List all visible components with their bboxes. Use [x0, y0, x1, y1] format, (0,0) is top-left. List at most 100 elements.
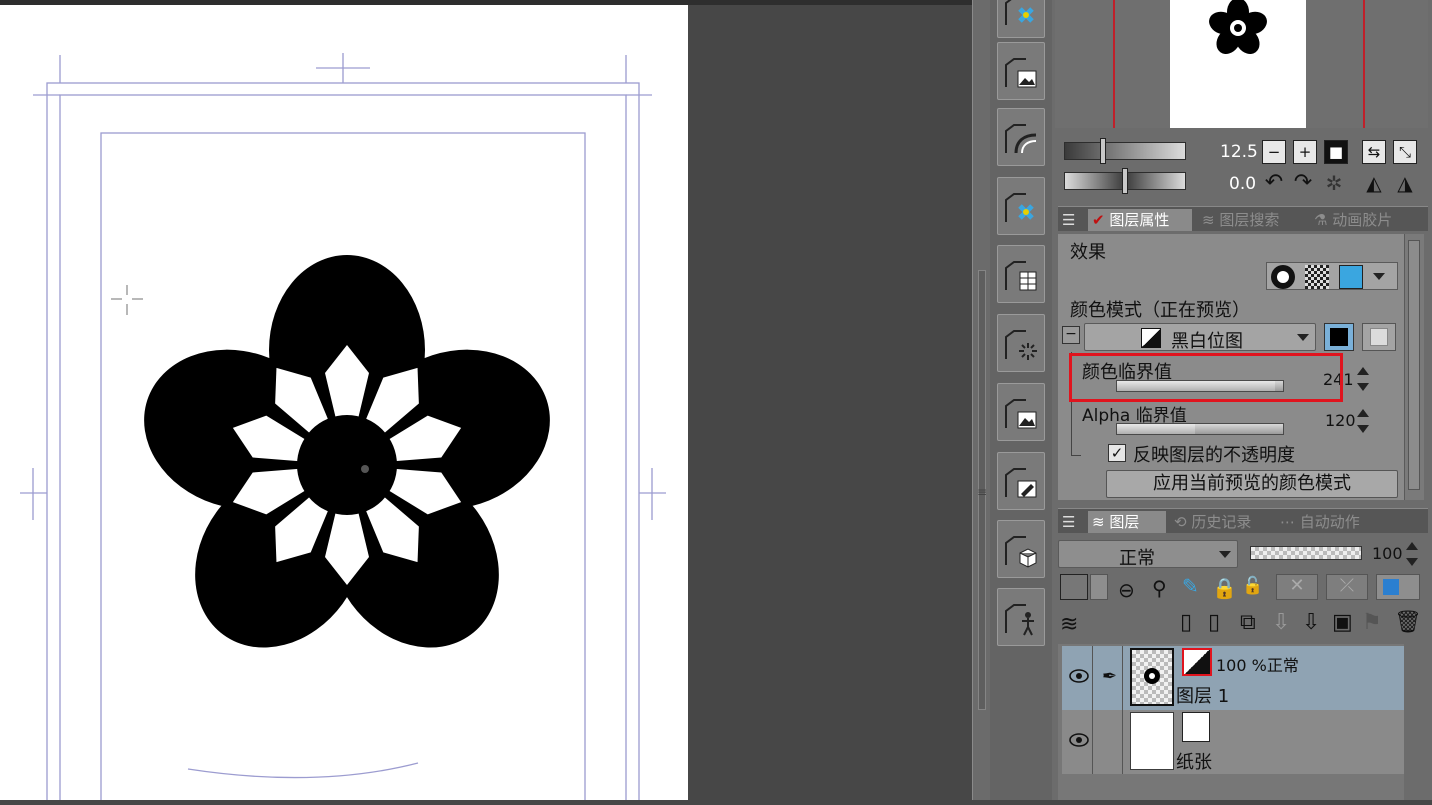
folder-figure-button[interactable] [997, 588, 1045, 646]
zoom-in-icon[interactable]: + [1293, 140, 1317, 164]
panel-menu-icon[interactable]: ☰ [1058, 209, 1084, 231]
zoom-out-icon[interactable]: − [1262, 140, 1286, 164]
folder-cube-button[interactable] [997, 520, 1045, 578]
black-color-toggle[interactable] [1324, 323, 1354, 351]
paper-divider-2 [1122, 710, 1123, 774]
property-scrollbar-thumb[interactable] [1408, 240, 1420, 490]
folder-pen-icon [1005, 468, 1037, 498]
folder-pen-button[interactable] [997, 452, 1045, 510]
white-color-toggle[interactable] [1362, 323, 1396, 351]
fit-screen-icon[interactable]: ■ [1324, 140, 1348, 164]
navigator-frame-left [1113, 0, 1115, 128]
paper-layer-name: 纸张 [1176, 752, 1212, 773]
folder-burst-button[interactable] [997, 314, 1045, 372]
layer-list-scrollbar[interactable] [1404, 644, 1428, 800]
tab-animation-cels[interactable]: ⚗ 动画胶片 [1310, 209, 1414, 231]
layer-color-button[interactable] [1060, 574, 1088, 600]
trash-icon[interactable]: 🗑 [1394, 610, 1422, 635]
flip-left-icon[interactable]: ◭ [1362, 172, 1386, 196]
layer-display-button[interactable] [1376, 574, 1420, 600]
flower-thumb-icon [1144, 668, 1160, 684]
panel-splitter[interactable]: ≡ [972, 0, 990, 800]
new-vector-layer-icon[interactable]: ▯ [1208, 610, 1220, 635]
layer-color-chevron-down-icon[interactable] [1090, 574, 1108, 600]
folder-curve-button[interactable] [997, 108, 1045, 166]
folder-curve-icon [1005, 124, 1037, 154]
eye-icon[interactable] [1068, 668, 1090, 683]
reflect-opacity-label: 反映图层的不透明度 [1133, 445, 1295, 466]
layer-row-1[interactable]: ✒ 100 %正常 图层 1 [1062, 646, 1404, 710]
alpha-threshold-slider[interactable] [1116, 423, 1284, 435]
folder-grid-icon [1005, 261, 1037, 291]
material-panel-button[interactable] [997, 0, 1045, 38]
folder-picture-button[interactable] [997, 383, 1045, 441]
flip-horizontal-icon[interactable]: ⇆ [1362, 140, 1386, 164]
layer-tab-bar: ☰ ≋ 图层 ⟲ 历史记录 ⋯ 自动动作 [1058, 508, 1428, 533]
flip-right-icon[interactable]: ◮ [1393, 172, 1417, 196]
tab-animation-cels-label: 动画胶片 [1332, 211, 1393, 229]
tab-layer-property-label: 图层属性 [1109, 211, 1170, 229]
folder-sparkle-icon [1005, 193, 1034, 222]
tab-history[interactable]: ⟲ 历史记录 [1170, 511, 1270, 533]
apply-mask-icon[interactable]: ⚑ [1362, 610, 1382, 635]
tab-layer-search[interactable]: ≋ 图层搜索 [1198, 209, 1304, 231]
new-folder-icon[interactable]: ⧉ [1240, 610, 1256, 635]
zoom-slider-handle[interactable] [1100, 138, 1106, 164]
new-raster-layer-icon[interactable]: ▯ [1180, 610, 1192, 635]
draft-layer-icon[interactable]: ✎ [1182, 574, 1199, 598]
tab-layer-property[interactable]: ✔ 图层属性 [1088, 209, 1192, 231]
opacity-spinner[interactable] [1405, 541, 1419, 567]
reset-rotation-icon[interactable]: ✲ [1322, 172, 1346, 196]
effect-label: 效果 [1070, 242, 1106, 263]
color-mode-dropdown[interactable]: 黑白位图 [1084, 323, 1316, 352]
opacity-slider[interactable] [1250, 546, 1362, 560]
paper-divider [1092, 710, 1093, 774]
layer-divider [1092, 646, 1093, 710]
blend-chevron-down-icon [1219, 551, 1231, 558]
mask-enable-button[interactable]: ✕ [1276, 574, 1318, 600]
merge-down-icon[interactable]: ⇩ [1302, 610, 1320, 635]
bitmap-mode-icon [1141, 328, 1161, 348]
collapse-toggle[interactable]: − [1062, 326, 1080, 344]
border-effect-icon[interactable] [1271, 265, 1295, 289]
alpha-threshold-spinner[interactable] [1356, 408, 1370, 434]
tone-effect-icon[interactable] [1305, 265, 1329, 289]
reference-layer-icon[interactable]: ⚲ [1152, 576, 1167, 600]
transfer-down-icon[interactable]: ⇩ [1272, 610, 1290, 635]
folder-image-button[interactable] [997, 42, 1045, 100]
folder-burst-icon [1005, 330, 1037, 360]
reflect-opacity-checkbox[interactable]: ✓ [1108, 444, 1126, 462]
layer-stack-icon[interactable]: ≋ [1060, 612, 1078, 637]
layer-1-info: 100 %正常 [1216, 656, 1299, 675]
layer-1-name: 图层 1 [1176, 686, 1230, 707]
layer-row-paper[interactable]: 纸张 [1062, 710, 1404, 774]
clip-icon[interactable]: ⊖ [1118, 578, 1135, 602]
lock-icon[interactable]: 🔒 [1212, 576, 1237, 600]
paper-eye-icon[interactable] [1068, 732, 1090, 747]
rotate-right-icon[interactable]: ↷ [1291, 172, 1315, 196]
chevron-down-icon [1297, 334, 1309, 341]
flip-vertical-icon[interactable]: ⤡ [1393, 140, 1417, 164]
apply-color-mode-button[interactable]: 应用当前预览的颜色模式 [1106, 470, 1398, 498]
effect-dropdown-arrow[interactable] [1373, 273, 1385, 280]
navigator-flower [1209, 0, 1267, 54]
mask-disable-button[interactable]: ⤫ [1326, 574, 1368, 600]
lock-transparent-icon[interactable]: 🔓 [1242, 576, 1263, 596]
color-threshold-spinner[interactable] [1356, 366, 1370, 392]
alpha-threshold-value: 120 [1325, 411, 1356, 430]
layer-color-icon[interactable] [1339, 265, 1363, 289]
rotate-slider-handle[interactable] [1122, 168, 1128, 194]
folder-grid-button[interactable] [997, 245, 1045, 303]
property-scrollbar[interactable] [1404, 234, 1424, 500]
layer-mask-icon[interactable]: ▣ [1332, 610, 1353, 635]
color-sparkle-icon [1005, 0, 1034, 25]
zoom-slider[interactable] [1064, 142, 1186, 160]
tab-auto-action[interactable]: ⋯ 自动动作 [1276, 511, 1380, 533]
folder-sparkle-button[interactable] [997, 177, 1045, 235]
tab-history-label: 历史记录 [1191, 513, 1252, 531]
rotate-left-icon[interactable]: ↶ [1262, 172, 1286, 196]
blend-mode-dropdown[interactable]: 正常 [1058, 540, 1238, 569]
tab-layer[interactable]: ≋ 图层 [1088, 511, 1166, 533]
layer-panel-menu-icon[interactable]: ☰ [1058, 511, 1084, 533]
canvas-paper[interactable] [0, 5, 688, 805]
